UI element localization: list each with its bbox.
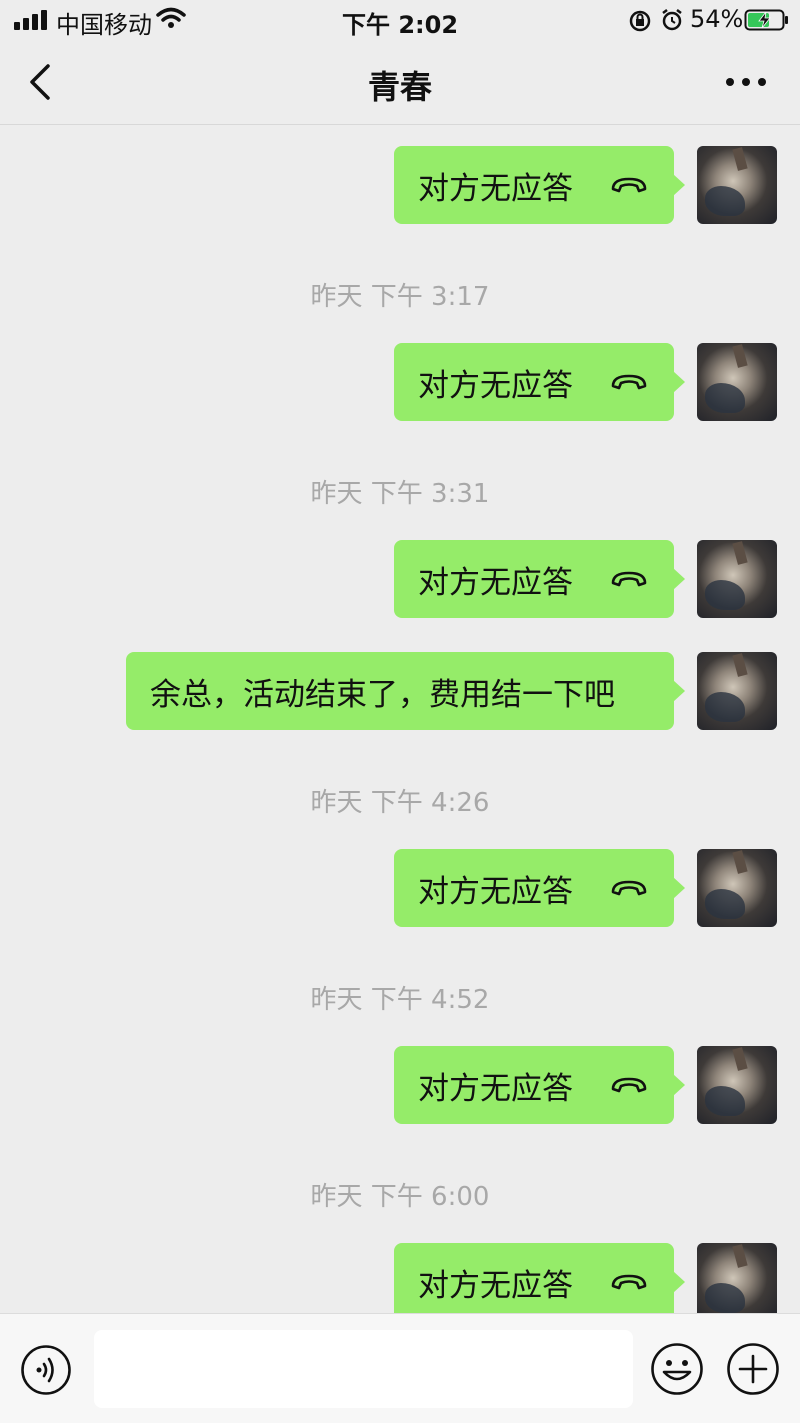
call-message-bubble[interactable]: 对方无应答 bbox=[394, 146, 685, 224]
battery-percent: 54% bbox=[690, 5, 744, 33]
call-message-bubble[interactable]: 对方无应答 bbox=[394, 540, 685, 618]
input-bar bbox=[0, 1313, 800, 1423]
call-message-bubble[interactable]: 对方无应答 bbox=[394, 1243, 685, 1321]
call-status-text: 对方无应答 bbox=[418, 873, 573, 910]
call-status-text: 对方无应答 bbox=[418, 1070, 573, 1107]
call-status-text: 对方无应答 bbox=[418, 170, 573, 207]
avatar[interactable] bbox=[697, 849, 777, 927]
call-message-bubble[interactable]: 对方无应答 bbox=[394, 849, 685, 927]
phone-hangup-icon bbox=[611, 1274, 647, 1290]
phone-hangup-icon bbox=[611, 374, 647, 390]
message-text: 余总，活动结束了，费用结一下吧 bbox=[150, 676, 615, 713]
timestamp: 昨天 下午 3:17 bbox=[310, 282, 490, 312]
call-message-bubble[interactable]: 对方无应答 bbox=[394, 343, 685, 421]
avatar[interactable] bbox=[697, 146, 777, 224]
message-input[interactable] bbox=[94, 1330, 633, 1408]
more-icon[interactable] bbox=[724, 70, 768, 94]
plus-icon[interactable] bbox=[726, 1342, 780, 1396]
avatar[interactable] bbox=[697, 1243, 777, 1321]
timestamp: 昨天 下午 3:31 bbox=[310, 479, 490, 509]
call-status-text: 对方无应答 bbox=[418, 1267, 573, 1304]
avatar[interactable] bbox=[697, 1046, 777, 1124]
rotation-lock-icon bbox=[629, 10, 651, 32]
phone-hangup-icon bbox=[611, 177, 647, 193]
text-message-bubble[interactable]: 余总，活动结束了，费用结一下吧 bbox=[126, 652, 685, 730]
alarm-icon bbox=[662, 9, 682, 31]
nav-bar: 青春 bbox=[0, 40, 800, 125]
chat-title: 青春 bbox=[367, 68, 432, 106]
call-message-bubble[interactable]: 对方无应答 bbox=[394, 1046, 685, 1124]
voice-icon[interactable] bbox=[20, 1344, 72, 1396]
status-bar: 中国移动 下午 2:02 54% bbox=[0, 0, 800, 40]
call-status-text: 对方无应答 bbox=[418, 564, 573, 601]
avatar[interactable] bbox=[697, 540, 777, 618]
call-status-text: 对方无应答 bbox=[418, 367, 573, 404]
timestamp: 昨天 下午 4:26 bbox=[310, 788, 490, 818]
avatar[interactable] bbox=[697, 343, 777, 421]
avatar[interactable] bbox=[697, 652, 777, 730]
emoji-icon[interactable] bbox=[650, 1342, 704, 1396]
phone-hangup-icon bbox=[611, 571, 647, 587]
phone-hangup-icon bbox=[611, 880, 647, 896]
battery-charging-icon bbox=[744, 9, 788, 31]
timestamp: 昨天 下午 4:52 bbox=[310, 985, 490, 1015]
timestamp: 昨天 下午 6:00 bbox=[310, 1182, 490, 1212]
phone-hangup-icon bbox=[611, 1077, 647, 1093]
